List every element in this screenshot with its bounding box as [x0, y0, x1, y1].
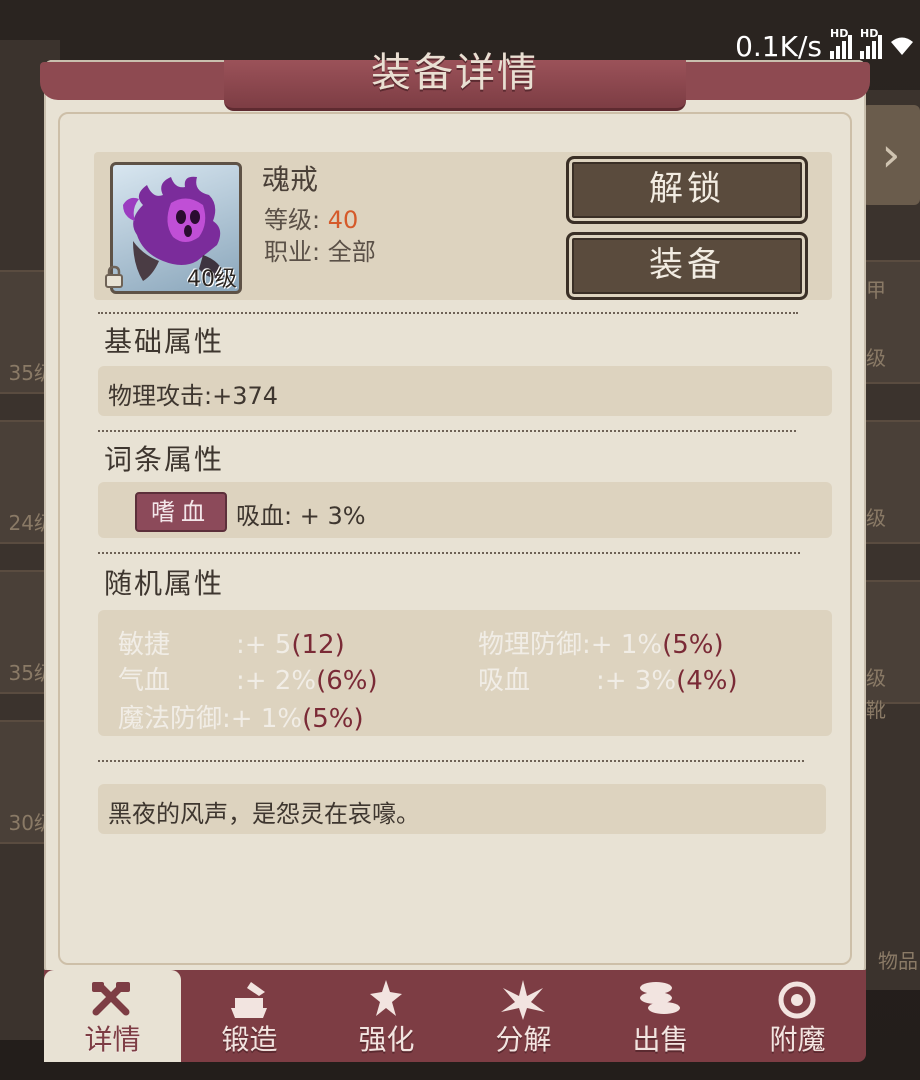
base-attribute-line: 物理攻击:+374: [108, 382, 279, 410]
dismantle-icon: [501, 980, 545, 1020]
random-attribute-value: :+ 3%: [596, 666, 677, 696]
unlock-button[interactable]: 解锁: [566, 156, 808, 224]
tab-label: 附魔: [769, 1023, 826, 1056]
divider: [98, 312, 798, 314]
screen: 35级 24级 35级 30级 级甲 级 级靴 物品 › 0.1K/s HD H…: [0, 0, 920, 1080]
item-icon-level: 40级: [187, 267, 237, 292]
random-attribute-name: 吸血: [478, 666, 531, 696]
random-attribute: 魔法防御:+ 1%(5%): [118, 698, 364, 735]
background-next-arrow-icon: ›: [862, 105, 920, 205]
item-class-value: 全部: [327, 238, 376, 266]
status-bar: 0.1K/s HD HD: [735, 26, 914, 66]
title-ribbon: 装备详情: [40, 50, 870, 111]
item-level-value: 40: [327, 206, 359, 234]
tab-enchant[interactable]: 附魔: [729, 970, 866, 1062]
background-item-slot: 级靴: [858, 580, 920, 722]
equip-button[interactable]: 装备: [566, 232, 808, 300]
tab-enhance[interactable]: 强化: [318, 970, 455, 1062]
item-description: 黑夜的风声，是怨灵在哀嚎。: [108, 800, 420, 828]
affix-tag: 嗜血: [135, 492, 227, 532]
item-level-label: 等级:: [264, 206, 321, 234]
wifi-icon: [891, 37, 913, 55]
base-attributes-title: 基础属性: [104, 325, 225, 358]
sell-coins-icon: [640, 982, 680, 1014]
item-icon-frame[interactable]: 40级: [110, 162, 242, 294]
hd-badge: HD: [860, 27, 879, 40]
tab-dismantle[interactable]: 分解: [455, 970, 592, 1062]
random-attribute-max: (5%): [302, 704, 364, 734]
random-attribute: 物理防御:+ 1%(5%): [478, 624, 724, 661]
item-class-row: 职业: 全部: [264, 232, 376, 267]
signal-icon: HD: [830, 27, 852, 59]
random-attribute-max: (5%): [662, 630, 724, 660]
background-slot-level: 级: [866, 506, 886, 530]
random-attribute-value: :+ 1%: [222, 704, 303, 734]
forge-icon: [231, 982, 267, 1018]
item-class-label: 职业:: [264, 238, 321, 266]
background-item-slot: 级甲: [858, 260, 920, 384]
item-name: 魂戒: [262, 163, 319, 196]
lock-icon: [105, 265, 123, 288]
background-slot-level: 级: [866, 346, 886, 370]
tab-label: 出售: [632, 1023, 689, 1056]
background-items-label: 物品: [878, 949, 918, 973]
background-slot-level: 靴: [866, 698, 886, 722]
enchant-icon: [778, 981, 816, 1019]
tab-forge[interactable]: 锻造: [181, 970, 318, 1062]
item-level-row: 等级: 40: [264, 200, 358, 235]
affix-attributes-title: 词条属性: [104, 443, 225, 476]
random-attribute-name: 物理防御: [478, 630, 583, 660]
background-right-column: 级甲 级 级靴 物品: [858, 90, 920, 990]
tab-label: 强化: [358, 1023, 415, 1056]
tab-sell[interactable]: 出售: [592, 970, 729, 1062]
random-attribute-max: (6%): [316, 666, 378, 696]
tab-label: 分解: [495, 1023, 552, 1056]
tab-details[interactable]: 详情: [44, 970, 181, 1062]
random-attribute-max: (12): [291, 630, 345, 660]
random-attribute-max: (4%): [676, 666, 738, 696]
equipment-detail-panel: 装备详情 40级 魂戒 等级: 40 职业: 全部 解锁 装备 基础属性 物理攻…: [40, 50, 870, 975]
signal-icon: HD: [860, 27, 882, 59]
random-attributes-title: 随机属性: [104, 567, 225, 600]
random-attribute-name: 敏捷: [118, 630, 171, 660]
affix-attribute-line: 吸血: + 3%: [236, 502, 366, 530]
hd-badge: HD: [830, 27, 849, 40]
network-speed: 0.1K/s: [735, 29, 822, 63]
random-attribute: 气血 :+ 2%(6%): [118, 660, 378, 697]
random-attribute: 吸血 :+ 3%(4%): [478, 660, 738, 697]
tab-label: 详情: [84, 1023, 141, 1056]
divider: [98, 430, 796, 432]
random-attribute-name: 气血: [118, 666, 171, 696]
tab-label: 锻造: [221, 1023, 278, 1056]
background-slot-level: 甲: [866, 278, 886, 302]
background-item-slot: 级: [858, 420, 920, 544]
random-attribute-value: :+ 1%: [582, 630, 663, 660]
divider: [98, 760, 804, 762]
details-icon: [92, 982, 130, 1016]
random-attribute-value: :+ 2%: [236, 666, 317, 696]
random-attribute-name: 魔法防御: [118, 704, 223, 734]
enhance-icon: [370, 980, 402, 1016]
random-attribute: 敏捷 :+ 5(12): [118, 624, 345, 661]
divider: [98, 552, 800, 554]
background-slot-level: 级: [866, 666, 886, 690]
bottom-tab-bar: 详情 锻造 强化 分解 出售 附魔: [44, 970, 866, 1062]
random-attribute-value: :+ 5: [236, 630, 292, 660]
